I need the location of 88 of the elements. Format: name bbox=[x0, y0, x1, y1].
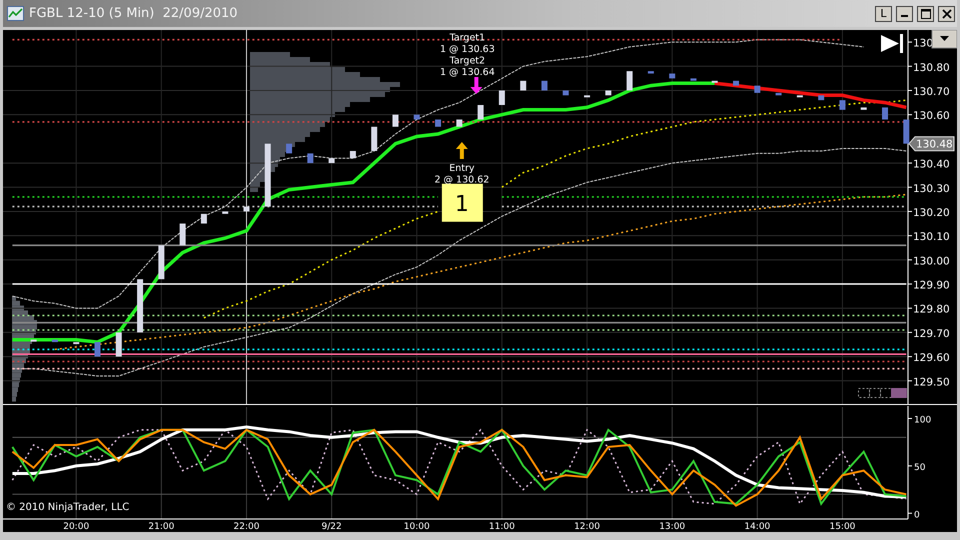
candlestick bbox=[818, 95, 824, 100]
candlestick bbox=[562, 90, 569, 96]
bar-boxes-icon bbox=[858, 388, 907, 398]
candlestick bbox=[392, 114, 398, 127]
candlestick bbox=[200, 214, 207, 224]
candlestick bbox=[244, 206, 250, 212]
axis-label: 129.90 bbox=[913, 280, 950, 292]
order-label: 1 @ 130.64 bbox=[440, 67, 495, 78]
candlestick bbox=[520, 80, 526, 90]
candlestick bbox=[30, 340, 37, 342]
candlestick bbox=[137, 279, 144, 332]
time-label: 21:00 bbox=[148, 522, 174, 532]
time-label: 20:00 bbox=[63, 522, 90, 532]
candlestick bbox=[648, 71, 654, 74]
maximize-button[interactable] bbox=[917, 6, 934, 22]
time-label: 10:00 bbox=[404, 522, 430, 532]
order-label: Target1 bbox=[450, 32, 486, 44]
time-label: 9/22 bbox=[322, 522, 342, 532]
link-button[interactable]: L bbox=[875, 6, 892, 22]
candlestick bbox=[328, 158, 335, 164]
candlestick bbox=[733, 80, 740, 86]
axis-label: 129.60 bbox=[913, 352, 950, 364]
label-box: 1 bbox=[442, 184, 483, 222]
candlestick bbox=[478, 105, 484, 120]
time-label: 12:00 bbox=[574, 522, 600, 532]
candlestick bbox=[414, 114, 420, 120]
candlestick bbox=[796, 95, 803, 98]
arrow-down-icon bbox=[470, 77, 482, 94]
maximize-icon bbox=[920, 8, 930, 18]
candlestick bbox=[903, 120, 910, 144]
candlestick bbox=[307, 153, 314, 164]
axis-label: 130.80 bbox=[913, 62, 950, 74]
candlestick bbox=[754, 86, 760, 93]
order-label: 1 @ 130.63 bbox=[440, 44, 495, 55]
axis-label: 129.80 bbox=[913, 304, 950, 316]
order-label: Entry bbox=[449, 163, 475, 174]
time-label: 13:00 bbox=[659, 522, 686, 532]
candlestick bbox=[222, 211, 228, 214]
time-label: 14:00 bbox=[744, 522, 770, 532]
candlestick bbox=[626, 71, 633, 90]
time-label: 11:00 bbox=[488, 522, 515, 532]
candlestick bbox=[350, 150, 356, 158]
axis-label: 129.70 bbox=[913, 328, 950, 340]
play-icon bbox=[881, 34, 903, 53]
candlestick bbox=[94, 342, 100, 357]
candlestick bbox=[371, 126, 378, 151]
candlestick bbox=[860, 107, 867, 110]
axis-label: 130.00 bbox=[913, 255, 950, 268]
order-label: 2 @ 130.62 bbox=[434, 174, 490, 186]
candlestick bbox=[882, 107, 888, 120]
chart-icon bbox=[7, 6, 24, 21]
candlestick bbox=[116, 332, 122, 357]
candlestick bbox=[776, 92, 782, 96]
axis-label: 130.70 bbox=[913, 86, 950, 98]
candlestick bbox=[584, 95, 590, 98]
arrow-up-icon bbox=[456, 142, 468, 160]
axis-label: 130.40 bbox=[913, 158, 950, 171]
axis-label: 130.20 bbox=[913, 206, 950, 219]
dropdown-button[interactable] bbox=[932, 30, 957, 48]
candlestick bbox=[158, 245, 164, 280]
candlestick bbox=[712, 80, 718, 83]
candlestick bbox=[435, 120, 442, 127]
axis-label: 130.60 bbox=[913, 110, 950, 122]
candlestick bbox=[690, 78, 696, 81]
candlestick bbox=[541, 80, 548, 90]
candlestick bbox=[52, 340, 58, 342]
candlestick bbox=[498, 90, 505, 105]
time-label: 15:00 bbox=[829, 522, 856, 532]
axis-label: 100 bbox=[914, 415, 932, 426]
candlestick bbox=[73, 342, 80, 344]
axis-label: 50 bbox=[914, 462, 926, 473]
axis-label: 0 bbox=[914, 510, 920, 520]
candlestick bbox=[180, 224, 186, 246]
candlestick bbox=[839, 100, 846, 110]
candlestick bbox=[605, 90, 612, 96]
time-label: 22:00 bbox=[234, 522, 260, 532]
minimize-button[interactable] bbox=[896, 6, 913, 22]
close-icon bbox=[942, 8, 952, 18]
price-tag: 130.48 bbox=[908, 136, 954, 152]
candlestick bbox=[669, 74, 676, 78]
close-button[interactable] bbox=[938, 6, 955, 22]
axis-label: 130.10 bbox=[913, 231, 950, 244]
window-title: FGBL 12-10 (5 Min) 22/09/2010 bbox=[29, 4, 239, 23]
candlestick bbox=[286, 144, 292, 154]
axis-label: 130.30 bbox=[913, 182, 950, 195]
order-label: Target2 bbox=[450, 56, 486, 66]
candlestick bbox=[456, 120, 462, 127]
axis-label: 129.50 bbox=[913, 376, 950, 388]
